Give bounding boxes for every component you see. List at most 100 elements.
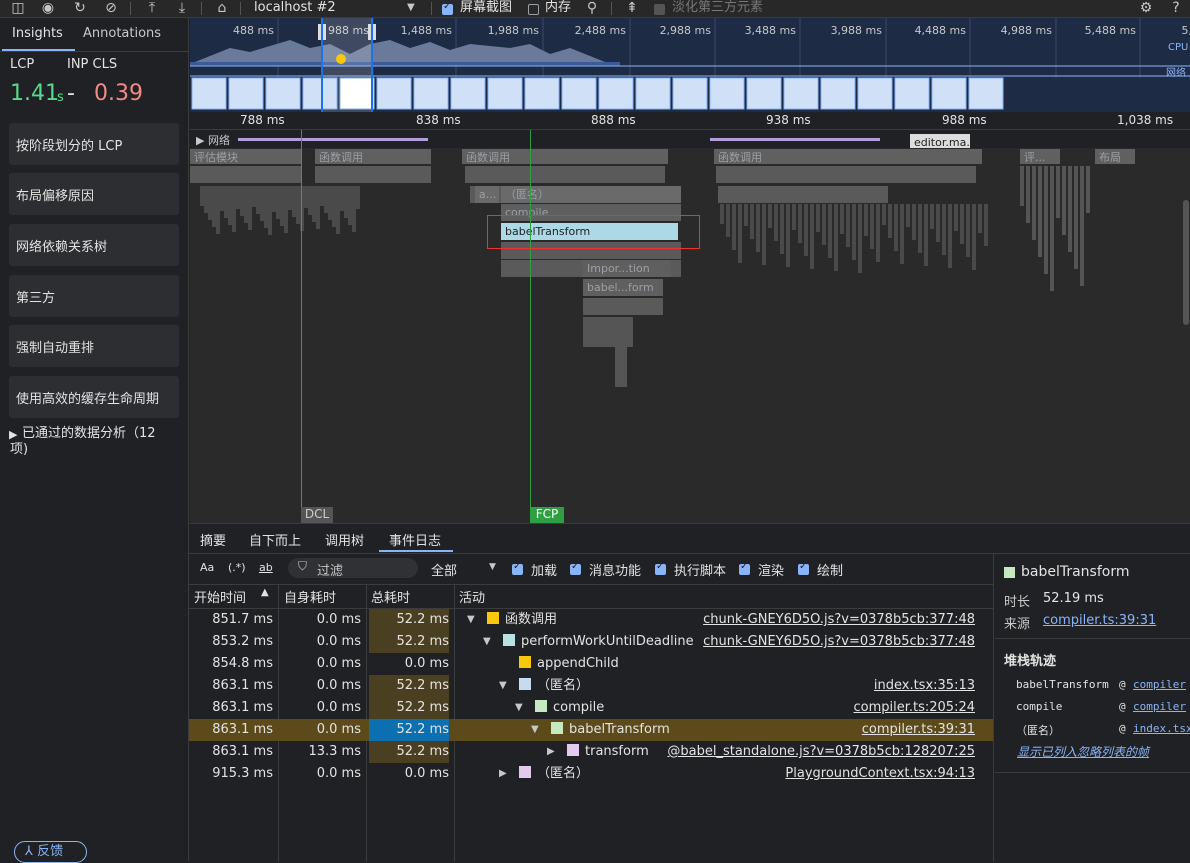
flame-stripe[interactable] [936, 204, 940, 242]
row-source-link[interactable]: chunk-GNEY6D5O.js?v=0378b5cb:377:48 [703, 631, 975, 653]
stack-frame-link[interactable]: index.tsx [1133, 722, 1190, 735]
tab-insights[interactable]: Insights [12, 26, 63, 41]
flame-stripe[interactable] [356, 186, 360, 209]
row-function-call[interactable]: 评估模块 [190, 149, 302, 164]
dock-side-icon[interactable]: ◫ [10, 0, 26, 16]
flame-stripe[interactable] [876, 204, 880, 262]
download-icon[interactable]: ⤓ [174, 0, 190, 16]
screenshots-checkbox[interactable] [442, 3, 453, 18]
flame-block[interactable] [190, 166, 302, 183]
flame-stripe[interactable] [972, 204, 976, 270]
flame-stripe[interactable] [732, 204, 736, 250]
flame-block[interactable] [716, 166, 976, 183]
loading-checkbox[interactable] [512, 563, 523, 578]
col-activity[interactable]: 活动 [459, 587, 485, 606]
table-row[interactable]: 853.2 ms0.0 ms52.2 ms▼performWorkUntilDe… [189, 631, 993, 653]
insight-card-lcp-phases[interactable]: 按阶段划分的 LCP [9, 123, 179, 165]
flame-stripe[interactable] [864, 204, 868, 236]
flame-stripe[interactable] [744, 204, 748, 226]
flame-stripe[interactable] [834, 204, 838, 271]
flame-stripe[interactable] [1026, 166, 1030, 223]
chevron-down-icon[interactable]: ▼ [407, 0, 415, 16]
category-select[interactable]: 全部 [431, 560, 457, 579]
flame-stripe[interactable] [846, 204, 850, 247]
network-request[interactable] [238, 138, 428, 141]
flame-stripe[interactable] [894, 204, 898, 251]
network-file[interactable]: editor.ma... [910, 134, 970, 148]
expand-triangle-icon[interactable]: ▶ [499, 763, 507, 785]
whole-word-button[interactable]: ab [259, 561, 273, 574]
regex-button[interactable]: (.*) [228, 561, 246, 574]
flame-stripe[interactable] [1038, 166, 1042, 257]
flame-stripe[interactable] [1032, 166, 1036, 240]
flame-stripe[interactable] [906, 204, 910, 227]
col-total-time[interactable]: 总耗时 [371, 587, 410, 606]
flame-stripe[interactable] [738, 204, 742, 263]
flame-block-babel-form[interactable]: babel...form [583, 279, 663, 296]
target-select[interactable]: localhost #2 [254, 0, 336, 16]
tab-call-tree[interactable]: 调用树 [325, 530, 364, 549]
feedback-button[interactable]: ⅄ 反馈 [14, 841, 87, 863]
timeline-overview[interactable]: 488 ms988 ms1,488 ms1,988 ms2,488 ms2,98… [190, 18, 1190, 112]
flame-stripe[interactable] [882, 204, 886, 225]
insight-card-network-tree[interactable]: 网络依赖关系树 [9, 224, 179, 266]
flame-stripe[interactable] [1068, 166, 1072, 252]
insight-card-third-party[interactable]: 第三方 [9, 275, 179, 317]
flame-stripe[interactable] [750, 204, 754, 239]
details-source-link[interactable]: compiler.ts:39:31 [1043, 613, 1156, 628]
expand-triangle-icon[interactable]: ▼ [467, 609, 475, 631]
flame-stripe[interactable] [1044, 166, 1048, 274]
memory-checkbox[interactable] [528, 3, 539, 18]
flame-block-a[interactable]: a... [475, 186, 499, 203]
flame-stripe[interactable] [870, 204, 874, 249]
network-request[interactable] [710, 138, 880, 141]
tab-summary[interactable]: 摘要 [200, 530, 226, 549]
flame-block[interactable] [615, 347, 627, 387]
flame-stripe[interactable] [1050, 166, 1054, 291]
flame-stripe[interactable] [786, 204, 790, 267]
table-row[interactable]: 863.1 ms0.0 ms52.2 ms▼（匿名）index.tsx:35:1… [189, 675, 993, 697]
row-function-call[interactable]: 函数调用 [714, 149, 982, 164]
row-function-call[interactable]: 函数调用 [462, 149, 668, 164]
flame-stripe[interactable] [912, 204, 916, 240]
gear-icon[interactable]: ⚙ [1138, 0, 1154, 16]
flame-stripe[interactable] [852, 204, 856, 260]
insight-card-layout-shift[interactable]: 布局偏移原因 [9, 173, 179, 215]
row-source-link[interactable]: compiler.ts:205:24 [853, 697, 975, 719]
flame-stripe[interactable] [1080, 166, 1084, 286]
stack-frame-link[interactable]: compiler [1133, 678, 1186, 691]
flame-stripe[interactable] [780, 204, 784, 254]
flame-stripe[interactable] [930, 204, 934, 229]
chevron-down-icon[interactable]: ▼ [489, 562, 496, 572]
scripting-checkbox[interactable] [655, 563, 666, 578]
flame-stripe[interactable] [804, 204, 808, 256]
flame-block[interactable] [583, 298, 663, 315]
flame-block[interactable] [718, 186, 888, 203]
flame-stripe[interactable] [828, 204, 832, 258]
flame-stripe[interactable] [810, 204, 814, 269]
record-icon[interactable]: ◉ [40, 0, 56, 16]
row-source-link[interactable]: PlaygroundContext.tsx:94:13 [785, 763, 975, 785]
table-row[interactable]: 851.7 ms0.0 ms52.2 ms▼函数调用chunk-GNEY6D5O… [189, 609, 993, 631]
row-function-call[interactable]: 函数调用 [315, 149, 431, 164]
table-row[interactable]: 863.1 ms13.3 ms52.2 ms▶transform@babel_s… [189, 741, 993, 763]
insight-card-forced-reflow[interactable]: 强制自动重排 [9, 325, 179, 367]
col-start-time[interactable]: 开始时间 [194, 587, 246, 606]
flame-block[interactable] [583, 317, 633, 347]
clear-icon[interactable]: ⊘ [103, 0, 119, 16]
flame-stripe[interactable] [774, 204, 778, 241]
broom-icon[interactable]: ⚲ [584, 0, 600, 16]
expand-triangle-icon[interactable]: ▼ [483, 631, 491, 653]
collapse-icon[interactable]: ⇞ [624, 0, 640, 16]
flame-stripe[interactable] [768, 204, 772, 228]
flame-stripe[interactable] [840, 204, 844, 234]
flame-stripe[interactable] [858, 204, 862, 273]
flame-stripe[interactable] [984, 204, 988, 246]
flame-stripe[interactable] [900, 204, 904, 264]
flame-stripe[interactable] [798, 204, 802, 243]
flame-stripe[interactable] [978, 204, 982, 233]
col-self-time[interactable]: 自身耗时 [284, 587, 336, 606]
dim-third-party-checkbox[interactable] [654, 3, 665, 18]
table-row[interactable]: 863.1 ms0.0 ms52.2 ms▼babelTransformcomp… [189, 719, 993, 741]
flame-stripe[interactable] [762, 204, 766, 265]
